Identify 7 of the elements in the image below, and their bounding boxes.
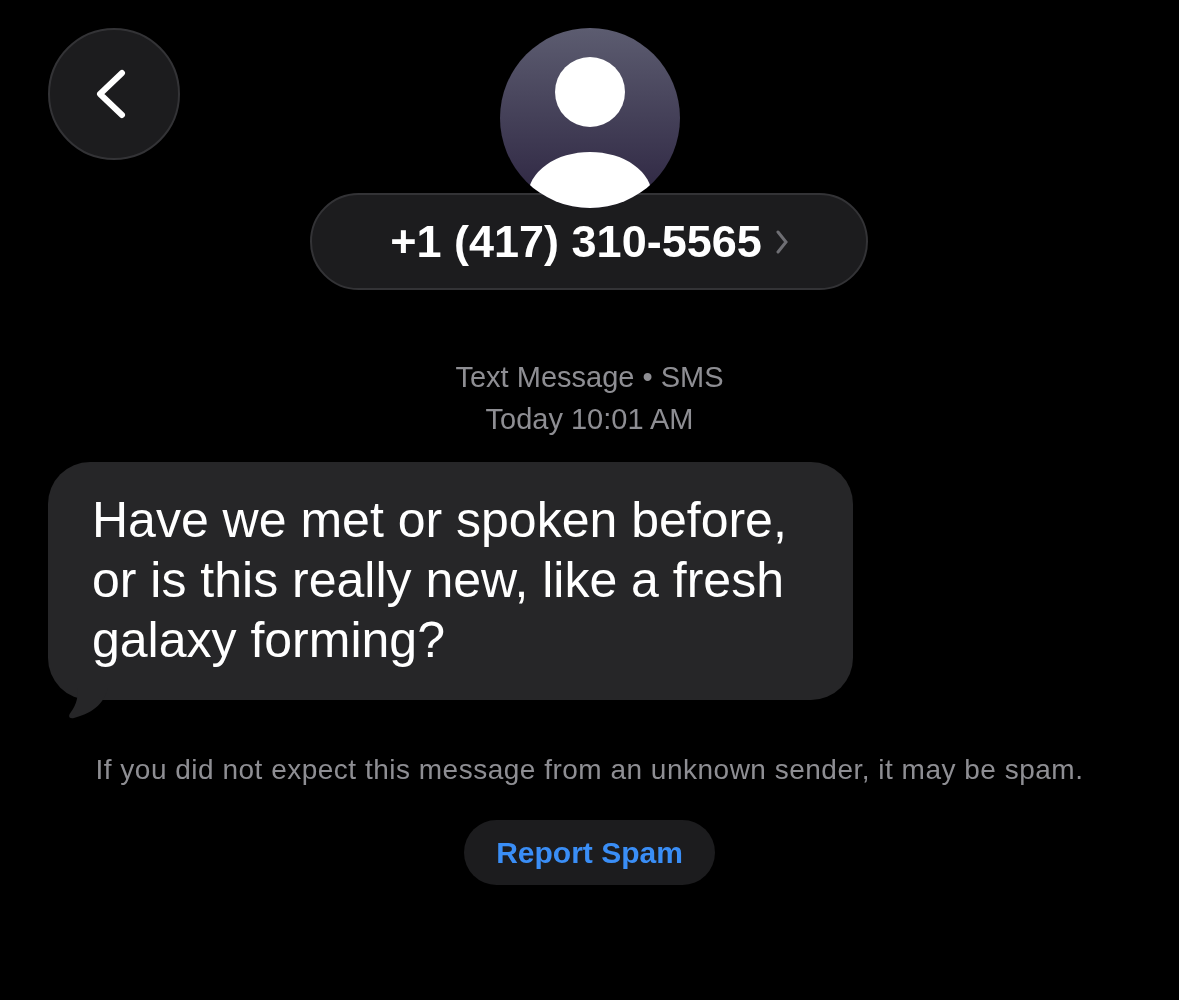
report-spam-button[interactable]: Report Spam (464, 820, 715, 885)
contact-button[interactable]: +1 (417) 310-5565 (310, 193, 868, 290)
chevron-icon (775, 229, 788, 254)
timestamp: Today 10:01 AM (485, 402, 694, 437)
service-label: Text Message • SMS (455, 360, 724, 395)
spam-notice: If you did not expect this message from an unknown sender, it may be spam. (94, 753, 1085, 787)
message-bubble: Have we met or spoken before, or is this really new, like a fresh galaxy forming? (48, 462, 853, 700)
